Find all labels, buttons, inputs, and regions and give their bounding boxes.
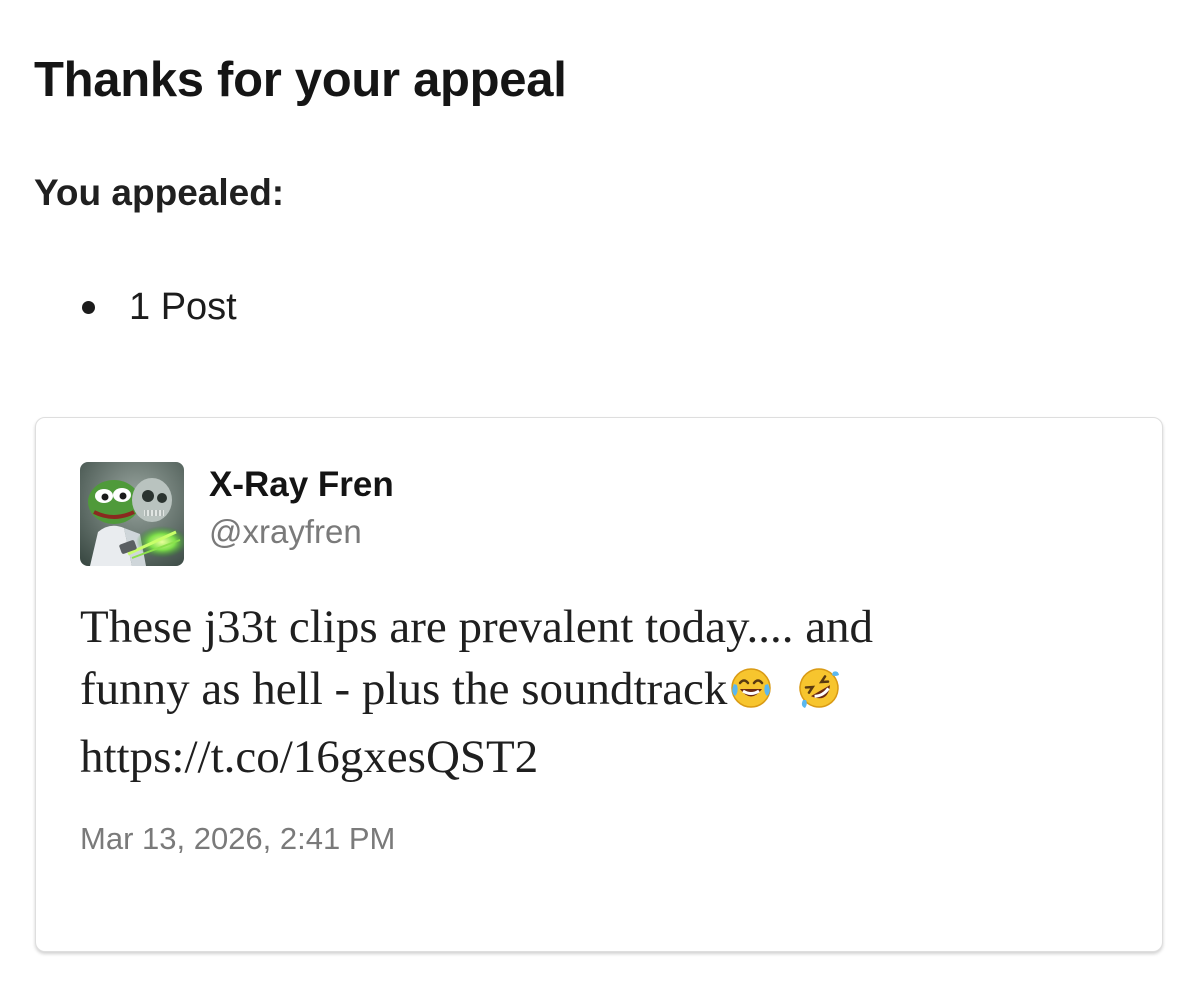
tears-of-joy-emoji-icon <box>729 664 773 726</box>
rolling-laughing-emoji-icon <box>797 664 841 726</box>
bullet-icon <box>82 300 95 314</box>
appealed-post-card[interactable]: X-Ray Fren @xrayfren These j33t clips ar… <box>35 417 1163 952</box>
appealed-item-label: 1 Post <box>129 286 237 328</box>
post-author-handle[interactable]: @xrayfren <box>209 512 362 552</box>
appealed-heading: You appealed: <box>34 172 285 213</box>
post-timestamp[interactable]: Mar 13, 2026, 2:41 PM <box>80 820 395 858</box>
post-text-fragment: funny as hell - plus the soundtrack <box>80 663 728 715</box>
post-text-line: These j33t clips are prevalent today....… <box>80 601 874 653</box>
post-body: These j33t clips are prevalent today....… <box>80 596 1120 788</box>
appealed-items-list: 1 Post <box>82 282 237 332</box>
appeal-confirmation-page: Thanks for your appeal You appealed: 1 P… <box>0 0 1199 1003</box>
page-title: Thanks for your appeal <box>34 53 567 107</box>
post-text-line: funny as hell - plus the soundtrack <box>80 658 1120 726</box>
pepe-xray-avatar-icon[interactable] <box>80 462 184 566</box>
post-link[interactable]: https://t.co/16gxesQST2 <box>80 726 1120 788</box>
post-author-name[interactable]: X-Ray Fren <box>209 464 394 506</box>
appealed-item: 1 Post <box>82 282 237 332</box>
